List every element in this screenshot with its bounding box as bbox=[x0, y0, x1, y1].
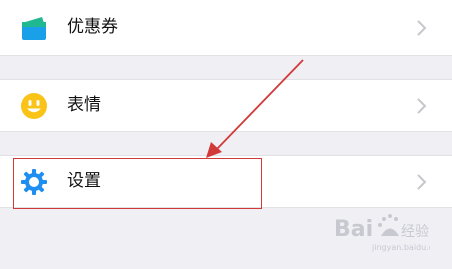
svg-text:经验: 经验 bbox=[401, 224, 429, 240]
svg-text:jingyan.baidu.com: jingyan.baidu.com bbox=[371, 243, 430, 252]
baidu-jingyan-watermark: Bai 经验 jingyan.baidu.com bbox=[334, 209, 446, 257]
menu-item-label: 优惠券 bbox=[67, 17, 118, 37]
chevron-right-icon bbox=[416, 174, 428, 190]
chevron-right-icon bbox=[416, 98, 428, 114]
emoji-icon bbox=[20, 92, 48, 120]
settings-gear-icon bbox=[20, 168, 48, 196]
menu-item-emoji[interactable]: 表情 bbox=[0, 79, 452, 132]
coupon-icon bbox=[20, 14, 48, 42]
menu-item-label: 设置 bbox=[67, 171, 101, 191]
menu-item-label: 表情 bbox=[67, 95, 101, 115]
chevron-right-icon bbox=[416, 20, 428, 36]
menu-item-settings[interactable]: 设置 bbox=[0, 155, 452, 208]
menu-item-coupons[interactable]: 优惠券 bbox=[0, 0, 452, 56]
svg-text:Bai: Bai bbox=[334, 217, 373, 242]
